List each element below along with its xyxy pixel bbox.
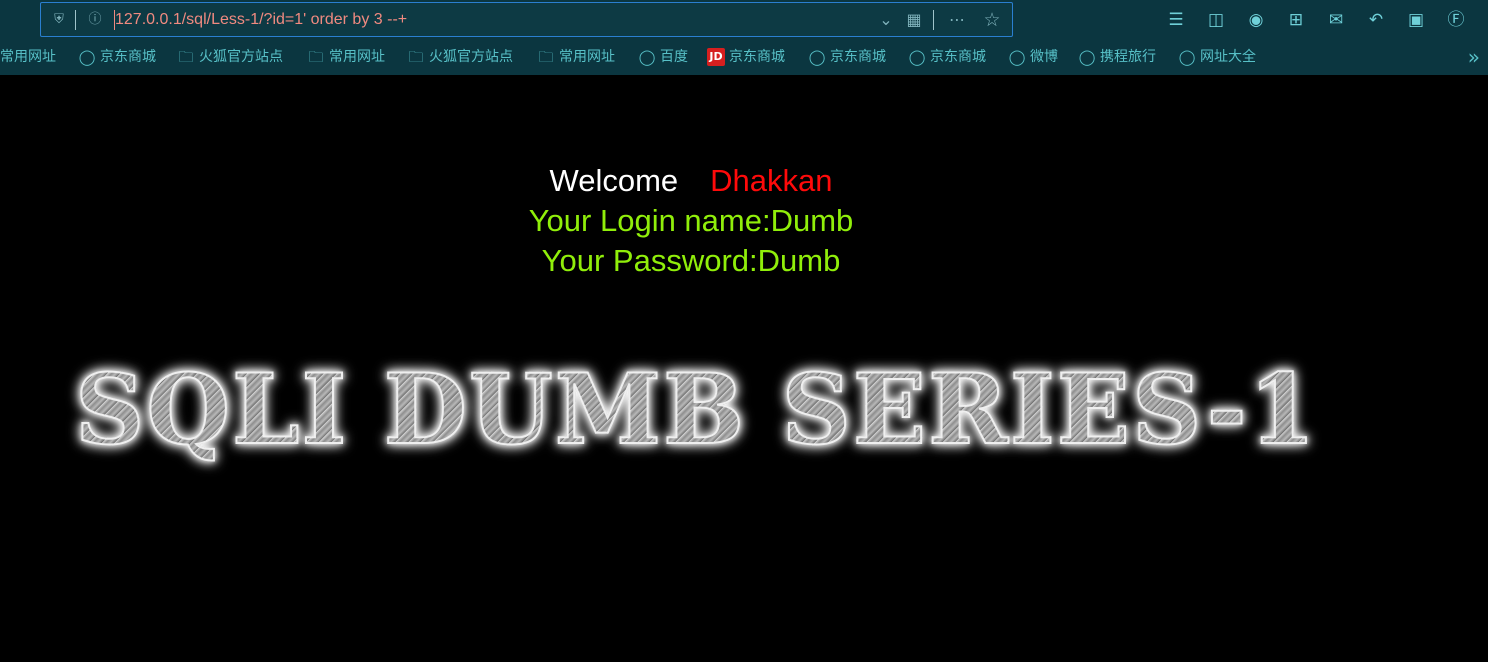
bookmark-label: 常用网址 (559, 49, 615, 65)
url-input[interactable]: 127.0.0.1/sql/Less-1/?id=1' order by 3 -… (115, 9, 407, 31)
bookmark-label: 京东商城 (930, 49, 986, 65)
bookmark-item[interactable]: ◯ 网址大全 (1178, 46, 1256, 68)
tamper-icon[interactable]: Ⓕ (1445, 9, 1467, 31)
address-bar[interactable]: ⛨ ⓘ 127.0.0.1/sql/Less-1/?id=1' order by… (40, 2, 1013, 37)
bookmark-label: 常用网址 (0, 49, 56, 65)
chat-icon[interactable]: ✉ (1325, 9, 1347, 31)
translate-icon[interactable]: ▣ (1405, 9, 1427, 31)
globe-icon: ◯ (808, 48, 826, 66)
page-content: Welcome Dhakkan Your Login name:Dumb Your… (0, 75, 1488, 662)
extension-icon[interactable]: ◉ (1245, 9, 1267, 31)
qr-code-icon[interactable]: ▦ (905, 11, 923, 29)
bookmark-item[interactable]: ◯ 京东商城 (808, 46, 886, 68)
bookmark-label: 微博 (1030, 49, 1058, 65)
globe-icon: ◯ (638, 48, 656, 66)
bookmark-label: 百度 (660, 49, 688, 65)
bookmark-item[interactable]: 常用网址 (0, 46, 56, 68)
bookmark-star-icon[interactable]: ☆ (983, 11, 1001, 30)
bookmark-item[interactable]: ◯ 京东商城 (78, 46, 156, 68)
bookmark-label: 火狐官方站点 (429, 49, 513, 65)
folder-icon: 🗀 (178, 48, 194, 66)
globe-icon: ◯ (78, 48, 96, 66)
globe-icon: ◯ (1008, 48, 1026, 66)
folder-icon: 🗀 (538, 48, 554, 66)
welcome-text: Welcome (549, 163, 679, 198)
bookmark-item[interactable]: 🗀 常用网址 (537, 46, 615, 68)
bookmark-label: 常用网址 (329, 49, 385, 65)
bookmark-item[interactable]: 🗀 火狐官方站点 (177, 46, 283, 68)
bookmark-item[interactable]: 🗀 火狐官方站点 (407, 46, 513, 68)
screenshot-icon[interactable]: ⊞ (1285, 9, 1307, 31)
url-separator (933, 10, 934, 30)
user-name: Dhakkan (710, 163, 833, 198)
jd-icon: JD (707, 48, 725, 66)
site-info-icon[interactable]: ⓘ (86, 11, 104, 29)
browser-chrome: ⛨ ⓘ 127.0.0.1/sql/Less-1/?id=1' order by… (0, 0, 1488, 75)
more-actions-icon[interactable]: ⋯ (948, 11, 966, 29)
password-text: Your Password:Dumb (541, 243, 841, 278)
library-icon[interactable]: ☰ (1165, 9, 1187, 31)
folder-icon: 🗀 (308, 48, 324, 66)
chevron-down-icon[interactable]: ⌄ (877, 11, 895, 29)
login-name-text: Your Login name:Dumb (528, 203, 854, 238)
globe-icon: ◯ (1078, 48, 1096, 66)
bookmarks-toolbar: 常用网址 ◯ 京东商城 🗀 火狐官方站点 🗀 常用网址 🗀 火狐官方站点 🗀 常用网址 ◯… (0, 44, 1488, 70)
bookmark-label: 火狐官方站点 (199, 49, 283, 65)
undo-icon[interactable]: ↶ (1365, 9, 1387, 31)
welcome-line: Welcome Dhakkan (0, 163, 1382, 199)
bookmark-item[interactable]: 🗀 常用网址 (307, 46, 385, 68)
globe-icon: ◯ (1178, 48, 1196, 66)
folder-icon: 🗀 (408, 48, 424, 66)
bookmark-item[interactable]: JD 京东商城 (707, 46, 785, 68)
banner-title: SQLI DUMB SERIES-1 (74, 353, 1318, 466)
bookmark-label: 京东商城 (729, 49, 785, 65)
bookmark-label: 京东商城 (830, 49, 886, 65)
tracking-shield-icon[interactable]: ⛨ (50, 11, 68, 29)
bookmark-item[interactable]: ◯ 百度 (638, 46, 688, 68)
url-separator (75, 10, 76, 30)
bookmark-label: 京东商城 (100, 49, 156, 65)
bookmark-label: 携程旅行 (1100, 49, 1156, 65)
bookmarks-overflow-icon[interactable]: » (1468, 46, 1480, 68)
globe-icon: ◯ (908, 48, 926, 66)
bookmark-label: 网址大全 (1200, 49, 1256, 65)
sidebar-icon[interactable]: ◫ (1205, 9, 1227, 31)
series-banner: SQLI DUMB SERIES-1 (74, 353, 1318, 466)
bookmark-item[interactable]: ◯ 京东商城 (908, 46, 986, 68)
bookmark-item[interactable]: ◯ 微博 (1008, 46, 1058, 68)
bookmark-item[interactable]: ◯ 携程旅行 (1078, 46, 1156, 68)
